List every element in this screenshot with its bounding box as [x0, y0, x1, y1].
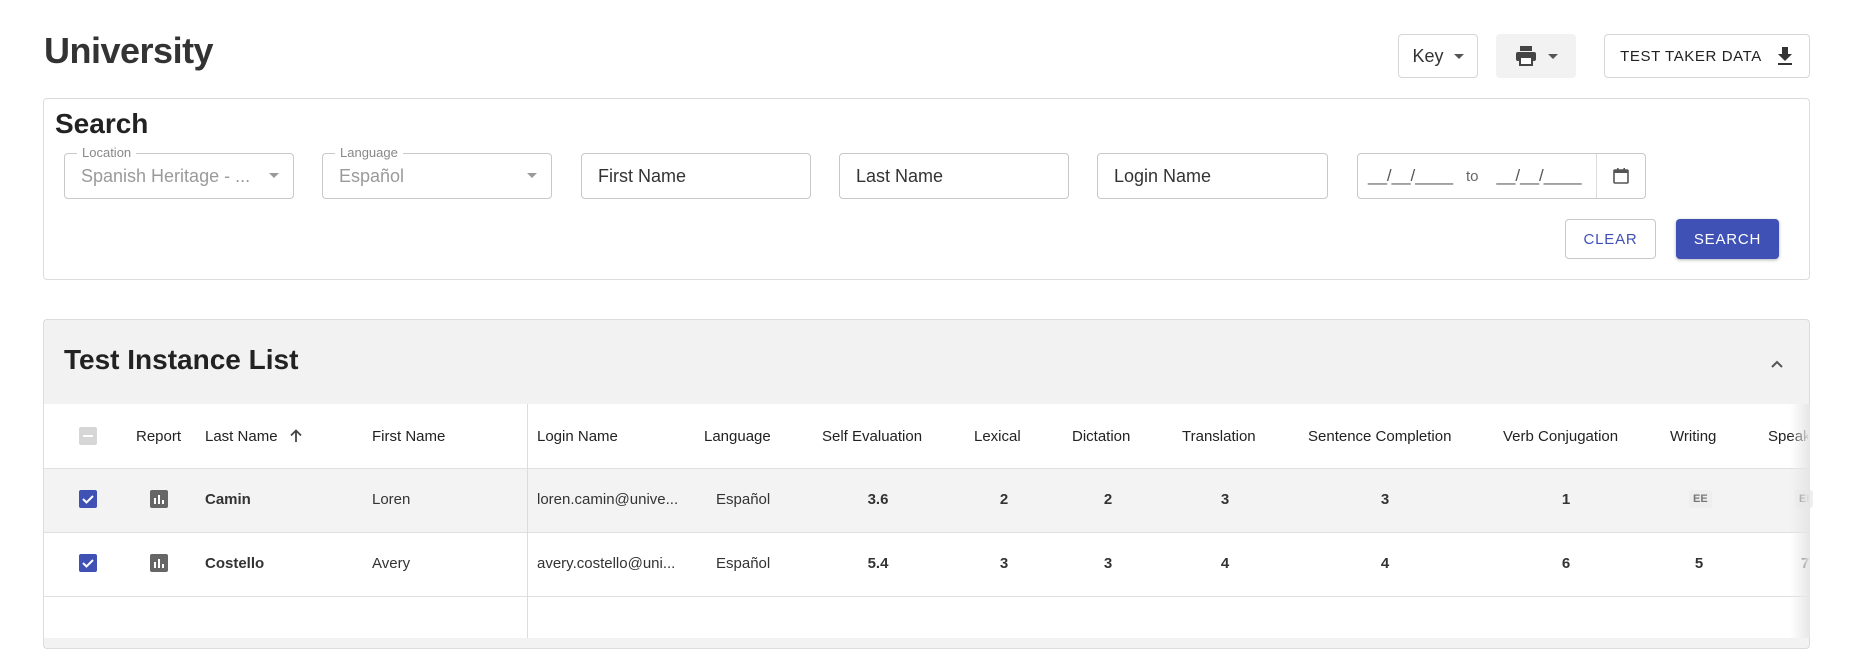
- chevron-down-icon: [269, 173, 279, 178]
- cell-last-name: Costello: [205, 555, 265, 572]
- column-header-first-name[interactable]: First Name: [372, 428, 445, 445]
- language-select[interactable]: Language Español: [322, 145, 552, 199]
- column-header-lexical[interactable]: Lexical: [974, 428, 1021, 445]
- cell-self-evaluation: 3.6: [867, 491, 889, 508]
- test-taker-data-button[interactable]: TEST TAKER DATA: [1604, 34, 1810, 78]
- row-divider: [44, 596, 1809, 597]
- date-range-input[interactable]: __/__/____ to __/__/____: [1357, 153, 1646, 199]
- report-icon[interactable]: [150, 554, 168, 572]
- search-button[interactable]: SEARCH: [1676, 219, 1779, 259]
- cell-language: Español: [716, 491, 771, 508]
- print-menu-button[interactable]: [1496, 34, 1576, 78]
- column-header-login-name[interactable]: Login Name: [537, 428, 618, 445]
- cell-sentence-completion: 3: [1380, 491, 1390, 508]
- cell-language: Español: [716, 555, 771, 572]
- last-name-placeholder: Last Name: [856, 165, 944, 186]
- cell-first-name: Avery: [372, 555, 411, 572]
- cell-verb-conjugation: 6: [1561, 555, 1571, 572]
- first-name-input[interactable]: First Name: [581, 153, 811, 199]
- column-header-last-name[interactable]: Last Name: [205, 428, 304, 445]
- chevron-up-icon[interactable]: [1765, 352, 1789, 376]
- row-checkbox[interactable]: [79, 490, 97, 508]
- column-header-translation[interactable]: Translation: [1182, 428, 1256, 445]
- key-dropdown[interactable]: Key: [1398, 34, 1478, 78]
- column-header-language[interactable]: Language: [704, 428, 771, 445]
- language-value: Español: [339, 165, 405, 186]
- column-header-verb-conjugation[interactable]: Verb Conjugation: [1503, 428, 1618, 445]
- column-divider: [527, 404, 528, 638]
- column-header-writing[interactable]: Writing: [1670, 428, 1716, 445]
- last-name-input[interactable]: Last Name: [839, 153, 1069, 199]
- header-divider: [44, 468, 1809, 469]
- location-label: Location: [77, 145, 137, 160]
- cell-lexical: 3: [999, 555, 1009, 572]
- clear-button[interactable]: CLEAR: [1565, 219, 1656, 259]
- column-header-label: Last Name: [205, 428, 278, 445]
- row-divider: [44, 532, 1809, 533]
- page-title: University: [44, 30, 214, 71]
- location-select[interactable]: Location Spanish Heritage - ...: [64, 145, 294, 199]
- test-taker-data-label: TEST TAKER DATA: [1620, 47, 1762, 65]
- cell-last-name: Camin: [205, 491, 251, 508]
- download-icon: [1777, 47, 1792, 65]
- cell-lexical: 2: [999, 491, 1009, 508]
- cell-login-name: avery.costello@uni...: [537, 555, 676, 572]
- sort-ascending-icon[interactable]: [288, 428, 304, 444]
- chevron-down-icon: [1453, 53, 1464, 59]
- cell-translation: 3: [1220, 491, 1230, 508]
- row-checkbox[interactable]: [79, 554, 97, 572]
- printer-icon: [1516, 46, 1536, 66]
- chevron-down-icon: [527, 173, 537, 178]
- cell-self-evaluation: 5.4: [867, 555, 889, 572]
- calendar-icon[interactable]: [1596, 154, 1645, 198]
- cell-login-name: loren.camin@unive...: [537, 491, 679, 508]
- date-to-label: to: [1466, 167, 1479, 185]
- login-name-input[interactable]: Login Name: [1097, 153, 1328, 199]
- list-title: Test Instance List: [64, 344, 299, 375]
- report-icon[interactable]: [150, 490, 168, 508]
- cell-writing: 5: [1694, 555, 1704, 572]
- date-from-input[interactable]: __/__/____: [1368, 166, 1458, 186]
- key-label: Key: [1412, 45, 1444, 66]
- cell-sentence-completion: 4: [1380, 555, 1390, 572]
- column-header-sentence-completion[interactable]: Sentence Completion: [1308, 428, 1451, 445]
- login-name-placeholder: Login Name: [1114, 165, 1212, 186]
- column-header-dictation[interactable]: Dictation: [1072, 428, 1130, 445]
- horizontal-scroll-fade: [1790, 404, 1810, 638]
- search-title: Search: [55, 108, 149, 139]
- first-name-placeholder: First Name: [598, 165, 687, 186]
- column-header-report: Report: [136, 428, 182, 445]
- cell-first-name: Loren: [372, 491, 411, 508]
- date-to-input[interactable]: __/__/____: [1497, 166, 1587, 186]
- cell-translation: 4: [1220, 555, 1230, 572]
- column-header-self-evaluation[interactable]: Self Evaluation: [822, 428, 922, 445]
- language-label: Language: [335, 145, 403, 160]
- cell-dictation: 3: [1103, 555, 1113, 572]
- select-all-checkbox[interactable]: [79, 427, 97, 445]
- chevron-down-icon: [1548, 53, 1558, 59]
- cell-writing-badge: EE: [1689, 490, 1712, 508]
- cell-dictation: 2: [1103, 491, 1113, 508]
- cell-verb-conjugation: 1: [1561, 491, 1571, 508]
- location-value: Spanish Heritage - ...: [81, 165, 251, 186]
